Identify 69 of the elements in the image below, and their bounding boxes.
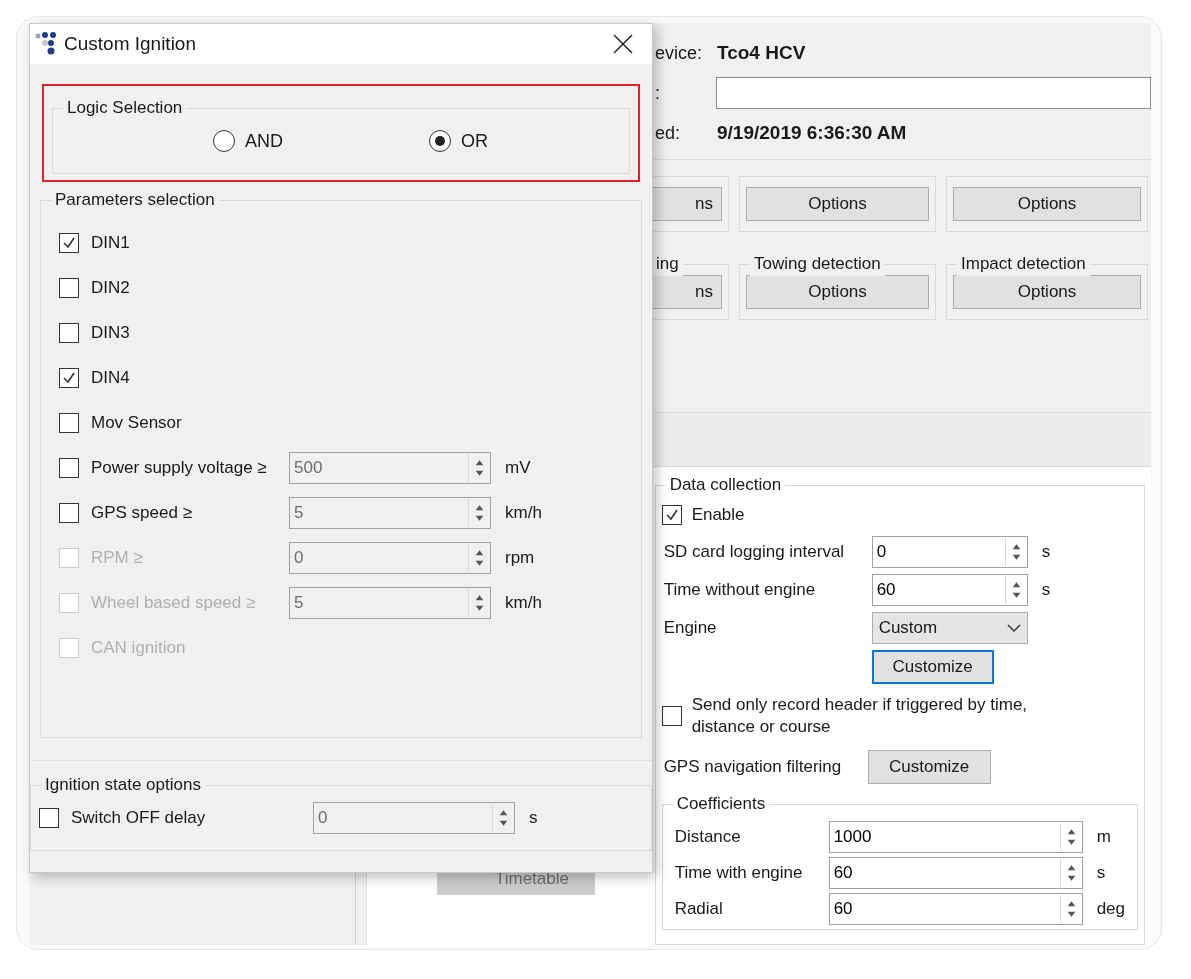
number-field[interactable]: 60 — [828, 856, 1083, 889]
radio-button[interactable] — [213, 130, 235, 152]
checkbox-label: Power supply voltage ≥ — [91, 457, 268, 480]
field-label: SD card logging interval — [662, 540, 846, 563]
checkbox-label: DIN3 — [91, 322, 130, 345]
customize-button[interactable]: Customize — [871, 649, 994, 684]
checkbox-label: DIN2 — [91, 277, 130, 300]
field-label: GPS navigation filtering — [662, 755, 843, 778]
checkbox[interactable] — [661, 504, 682, 525]
field-label: Time without engine — [662, 578, 817, 601]
checkbox-label: RPM ≥ — [91, 547, 144, 570]
unit-label: s — [1041, 540, 1051, 563]
checkbox[interactable] — [59, 413, 79, 433]
checkbox[interactable] — [59, 233, 79, 253]
unit-label: deg — [1096, 897, 1125, 920]
app-logo-icon — [34, 31, 58, 57]
checkbox[interactable] — [661, 705, 682, 726]
checkbox-label: DIN1 — [91, 232, 130, 255]
checkbox-label: Mov Sensor — [91, 412, 182, 435]
checkbox[interactable] — [59, 368, 79, 388]
field-label: Engine — [662, 616, 718, 639]
chevron-down-icon — [1006, 622, 1021, 633]
info-label: : — [655, 81, 661, 105]
checkbox[interactable] — [39, 808, 59, 828]
checkbox-label: DIN4 — [91, 367, 130, 390]
checkbox-label: Enable — [691, 504, 745, 526]
field-label: Time with engine — [674, 861, 804, 884]
engine-dropdown[interactable]: Custom — [871, 611, 1028, 644]
checkbox-label: Wheel based speed ≥ — [91, 592, 257, 615]
number-field[interactable]: 60 — [871, 573, 1028, 606]
radio-button[interactable] — [429, 130, 451, 152]
checkbox-label: Send only record header if triggered by time, distance or course — [691, 693, 1029, 738]
info-label: ed: — [655, 121, 682, 145]
checkbox-label: CAN ignition — [91, 637, 186, 660]
window-title: Custom Ignition — [64, 31, 197, 56]
close-icon[interactable] — [612, 33, 634, 55]
info-value: 9/19/2019 6:36:30 AM — [717, 120, 907, 145]
checkbox[interactable] — [59, 278, 79, 298]
checkbox-label: Switch OFF delay — [71, 807, 207, 830]
info-value: Tco4 HCV — [717, 40, 806, 65]
unit-label: m — [1096, 825, 1111, 848]
number-field[interactable]: 1000 — [828, 820, 1083, 853]
number-field[interactable]: 500 — [289, 452, 491, 484]
checkbox-label: GPS speed ≥ — [91, 502, 193, 525]
unit-label: km/h — [505, 502, 542, 525]
unit-label: rpm — [505, 547, 535, 570]
options-button[interactable]: Options — [953, 275, 1141, 310]
field-label: Distance — [674, 825, 742, 848]
checkbox[interactable] — [59, 323, 79, 343]
options-button[interactable]: Options — [953, 187, 1141, 222]
number-field[interactable]: 0 — [313, 802, 515, 834]
unit-label: s — [529, 807, 538, 830]
radio-label: AND — [245, 129, 283, 153]
number-field[interactable]: 60 — [828, 892, 1083, 925]
unit-label: km/h — [505, 592, 542, 615]
unit-label: s — [1041, 578, 1051, 601]
options-button[interactable]: Options — [746, 275, 929, 310]
checkbox[interactable] — [59, 503, 79, 523]
unit-label: s — [1096, 861, 1106, 884]
number-field[interactable]: 5 — [289, 497, 491, 529]
radio-label: OR — [461, 129, 488, 153]
text-field[interactable] — [715, 77, 1151, 109]
info-label: evice: — [655, 41, 704, 65]
number-field[interactable]: 0 — [871, 535, 1028, 568]
checkbox[interactable] — [59, 458, 79, 478]
customize-button[interactable]: Customize — [867, 749, 991, 784]
options-button[interactable]: Options — [746, 187, 929, 222]
field-label: Radial — [674, 897, 724, 920]
unit-label: mV — [505, 457, 531, 480]
